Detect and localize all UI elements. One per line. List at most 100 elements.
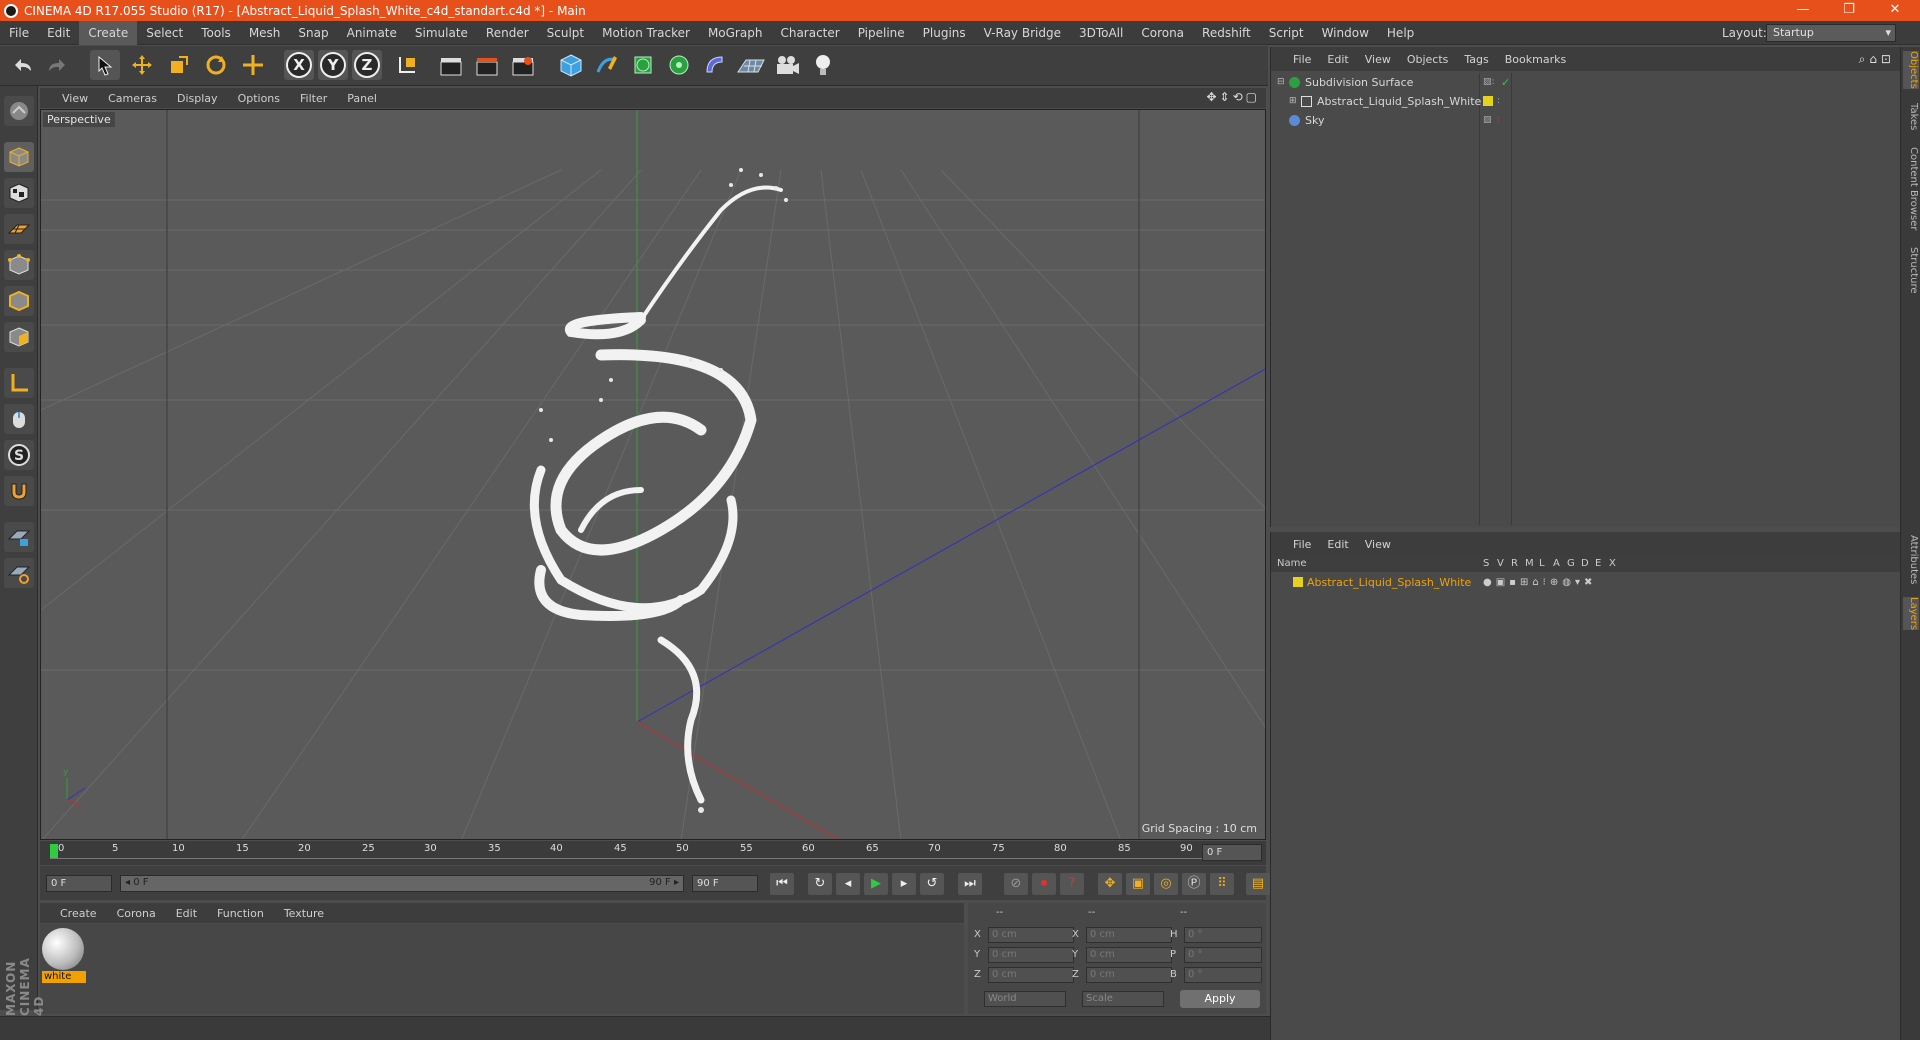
pen-spline-button[interactable] [592, 50, 622, 80]
layout-select[interactable]: Startup ▾ [1766, 24, 1896, 42]
position-x-field[interactable]: 0 cm [988, 927, 1074, 943]
deformer-button[interactable] [700, 50, 730, 80]
column-d[interactable]: D [1581, 556, 1589, 572]
position-z-field[interactable]: 0 cm [988, 967, 1074, 983]
magnet-button[interactable] [4, 476, 34, 506]
frame-range-slider[interactable]: ◂ 0 F 90 F ▸ [120, 875, 684, 892]
column-e[interactable]: E [1595, 556, 1601, 572]
menu-file[interactable]: File [0, 21, 38, 45]
rotation-h-field[interactable]: 0 ° [1184, 927, 1262, 943]
live-select-button[interactable] [238, 50, 268, 80]
column-s[interactable]: S [1483, 556, 1489, 572]
perspective-viewport[interactable]: y Perspective Grid Spacing : 10 cm [40, 109, 1266, 840]
objects-menu-file[interactable]: File [1285, 53, 1319, 66]
objects-menu-edit[interactable]: Edit [1319, 53, 1356, 66]
apply-button[interactable]: Apply [1180, 990, 1260, 1008]
search-home-icons[interactable]: ⌕⌂⊡ [1859, 52, 1895, 67]
tab-structure[interactable]: Structure [1903, 247, 1919, 294]
visibility-dots-icon[interactable]: : [1497, 92, 1500, 111]
menu-character[interactable]: Character [771, 21, 848, 45]
collapse-icon[interactable]: ⊟ [1277, 73, 1285, 92]
tab-attributes[interactable]: Attributes [1903, 535, 1919, 584]
viewport-menu-display[interactable]: Display [167, 92, 228, 105]
undo-button[interactable] [8, 50, 38, 80]
object-row-subdivision[interactable]: ⊟ Subdivision Surface ▨: ✓ [1271, 73, 1901, 92]
snap-button[interactable]: S [4, 440, 34, 470]
key-pla-button[interactable]: ⠿ [1210, 873, 1234, 895]
workplane-mode-button[interactable] [4, 214, 34, 244]
menu-3dtoall[interactable]: 3DToAll [1070, 21, 1132, 45]
menu-mesh[interactable]: Mesh [240, 21, 290, 45]
loop-forward-button[interactable]: ↺ [920, 873, 944, 895]
key-rotation-button[interactable]: ◎ [1154, 873, 1178, 895]
size-z-field[interactable]: 0 cm [1086, 967, 1172, 983]
layers-menu-edit[interactable]: Edit [1319, 538, 1356, 551]
render-dot-icon[interactable]: : [1497, 111, 1500, 130]
viewport-menu-cameras[interactable]: Cameras [98, 92, 167, 105]
polygons-mode-button[interactable] [4, 322, 34, 352]
axis-mode-button[interactable] [4, 368, 34, 398]
menu-help[interactable]: Help [1378, 21, 1423, 45]
make-editable-button[interactable] [4, 96, 34, 126]
material-menu-create[interactable]: Create [50, 907, 107, 920]
select-tool-button[interactable] [90, 50, 120, 80]
points-mode-button[interactable] [4, 250, 34, 280]
size-x-field[interactable]: 0 cm [1086, 927, 1172, 943]
column-name[interactable]: Name [1277, 556, 1307, 572]
playhead-marker[interactable] [50, 844, 58, 858]
column-g[interactable]: G [1567, 556, 1575, 572]
scale-select[interactable]: Scale [1082, 991, 1164, 1007]
menu-pipeline[interactable]: Pipeline [849, 21, 914, 45]
menu-render[interactable]: Render [477, 21, 538, 45]
visibility-dots-icon[interactable]: ▨: [1483, 73, 1495, 92]
rotation-p-field[interactable]: 0 ° [1184, 947, 1262, 963]
menu-motion-tracker[interactable]: Motion Tracker [593, 21, 699, 45]
step-forward-button[interactable]: ▸ [892, 873, 916, 895]
layer-color-icon[interactable] [1483, 96, 1493, 106]
material-menu-function[interactable]: Function [207, 907, 274, 920]
timeline-window-button[interactable]: ▤ [1246, 873, 1270, 895]
keyframe-button[interactable]: ⊘ [1004, 873, 1028, 895]
render-picture-viewer-button[interactable] [472, 50, 502, 80]
menu-window[interactable]: Window [1313, 21, 1378, 45]
material-menu-edit[interactable]: Edit [166, 907, 207, 920]
size-y-field[interactable]: 0 cm [1086, 947, 1172, 963]
menu-corona[interactable]: Corona [1132, 21, 1193, 45]
edges-mode-button[interactable] [4, 286, 34, 316]
material-menu-corona[interactable]: Corona [107, 907, 166, 920]
current-frame-field[interactable]: 0 F [1202, 844, 1262, 861]
objects-menu-objects[interactable]: Objects [1399, 53, 1457, 66]
world-select[interactable]: World [984, 991, 1066, 1007]
key-position-button[interactable]: ✥ [1098, 873, 1122, 895]
menu-tools[interactable]: Tools [192, 21, 240, 45]
column-m[interactable]: M [1525, 556, 1534, 572]
menu-simulate[interactable]: Simulate [406, 21, 477, 45]
menu-snap[interactable]: Snap [289, 21, 337, 45]
menu-plugins[interactable]: Plugins [914, 21, 975, 45]
rotation-b-field[interactable]: 0 ° [1184, 967, 1262, 983]
end-frame-field[interactable]: 90 F [692, 875, 758, 892]
cloner-button[interactable] [664, 50, 694, 80]
position-y-field[interactable]: 0 cm [988, 947, 1074, 963]
visibility-dots-icon[interactable]: ▨ [1483, 111, 1492, 130]
menu-mograph[interactable]: MoGraph [699, 21, 772, 45]
layer-row[interactable]: Abstract_Liquid_Splash_White ●▣▪⊞⌂⁝⊕◍▾✖ [1271, 573, 1901, 592]
viewport-menu-filter[interactable]: Filter [290, 92, 337, 105]
column-v[interactable]: V [1497, 556, 1504, 572]
key-scale-button[interactable]: ▣ [1126, 873, 1150, 895]
menu-vray-bridge[interactable]: V-Ray Bridge [975, 21, 1070, 45]
play-button[interactable]: ▶ [864, 873, 888, 895]
go-to-start-button[interactable]: ⏮ [770, 873, 794, 895]
layers-menu-file[interactable]: File [1285, 538, 1319, 551]
objects-menu-bookmarks[interactable]: Bookmarks [1497, 53, 1574, 66]
expand-icon[interactable]: ⊞ [1289, 92, 1297, 111]
menu-edit[interactable]: Edit [38, 21, 79, 45]
z-axis-button[interactable]: Z [352, 50, 382, 80]
viewport-camera-label[interactable]: Perspective [43, 112, 115, 127]
tab-takes[interactable]: Takes [1903, 103, 1919, 130]
loop-button[interactable]: ↻ [808, 873, 832, 895]
rotate-tool-button[interactable] [201, 50, 231, 80]
viewport-menu-panel[interactable]: Panel [337, 92, 387, 105]
redo-button[interactable] [42, 50, 72, 80]
tab-objects[interactable]: Objects [1903, 51, 1919, 89]
